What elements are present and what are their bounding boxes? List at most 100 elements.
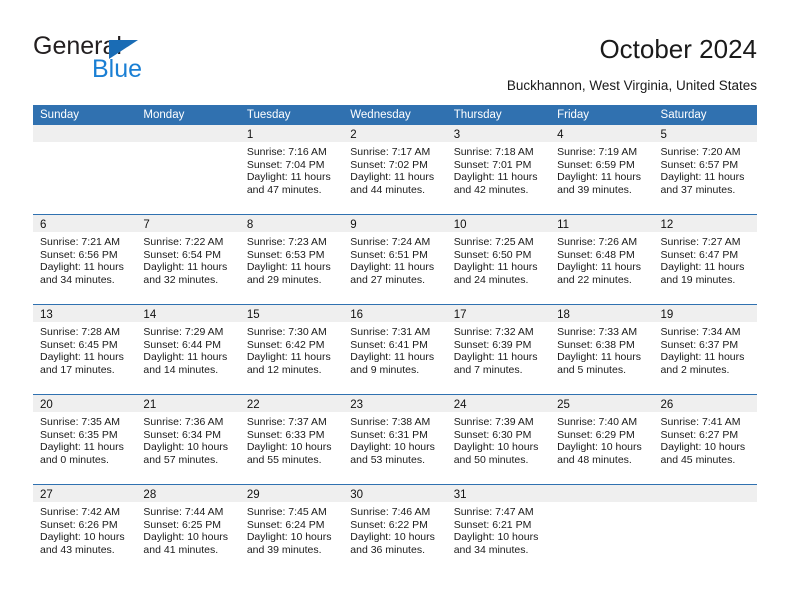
calendar-day-cell[interactable]: 8 Sunrise: 7:23 AM Sunset: 6:53 PM Daylight… — [239, 215, 344, 304]
daylight-text-line2: and 29 minutes. — [246, 273, 322, 286]
calendar-day-cell[interactable]: 27 Sunrise: 7:42 AM Sunset: 6:26 PM Dayligh… — [33, 485, 137, 574]
day-details: Sunrise: 7:40 AM Sunset: 6:29 PM Daylight:… — [550, 412, 653, 466]
day-details: Sunrise: 7:39 AM Sunset: 6:30 PM Daylight:… — [447, 412, 550, 466]
sunset-text: Sunset: 6:51 PM — [350, 248, 428, 261]
day-number: 24 — [453, 399, 467, 411]
sunset-text: Sunset: 6:45 PM — [40, 338, 118, 351]
sunrise-text: Sunrise: 7:32 AM — [453, 326, 534, 338]
calendar-day-cell[interactable]: 10 Sunrise: 7:25 AM Sunset: 6:50 PM Dayligh… — [446, 215, 551, 304]
calendar-week-row: 27 Sunrise: 7:42 AM Sunset: 6:26 PM Dayligh… — [33, 484, 757, 574]
day-number: 5 — [660, 129, 667, 141]
calendar-day-cell[interactable]: 7 Sunrise: 7:22 AM Sunset: 6:54 PM Daylight… — [136, 215, 240, 304]
sunset-text: Sunset: 6:56 PM — [40, 248, 118, 261]
daylight-text-line1: Daylight: 11 hours — [660, 261, 745, 274]
calendar-day-cell[interactable]: 9 Sunrise: 7:24 AM Sunset: 6:51 PM Daylight… — [343, 215, 447, 304]
day-number-band: 24 — [446, 395, 551, 412]
daylight-text-line2: and 34 minutes. — [40, 273, 115, 286]
day-number: 28 — [143, 489, 157, 501]
sunrise-text: Sunrise: 7:37 AM — [246, 416, 327, 428]
calendar-day-cell[interactable]: 30 Sunrise: 7:46 AM Sunset: 6:22 PM Dayligh… — [343, 485, 447, 574]
sunset-text: Sunset: 6:21 PM — [453, 518, 532, 531]
daylight-text-line2: and 9 minutes. — [350, 363, 420, 376]
sunrise-text: Sunrise: 7:20 AM — [660, 146, 741, 158]
daylight-text-line1: Daylight: 11 hours — [40, 261, 124, 274]
day-details: Sunrise: 7:38 AM Sunset: 6:31 PM Daylight:… — [343, 412, 446, 466]
daylight-text-line2: and 43 minutes. — [40, 543, 115, 556]
day-number: 25 — [557, 399, 570, 411]
calendar-day-cell[interactable]: 24 Sunrise: 7:39 AM Sunset: 6:30 PM Dayligh… — [446, 395, 551, 484]
calendar-day-cell[interactable]: 11 Sunrise: 7:26 AM Sunset: 6:48 PM Dayligh… — [550, 215, 654, 304]
day-number-band: 15 — [239, 305, 344, 322]
day-number: 4 — [557, 129, 564, 141]
calendar-day-cell[interactable]: 26 Sunrise: 7:41 AM Sunset: 6:27 PM Dayligh… — [653, 395, 757, 484]
calendar-day-cell[interactable]: 28 Sunrise: 7:44 AM Sunset: 6:25 PM Dayligh… — [136, 485, 240, 574]
day-details: Sunrise: 7:26 AM Sunset: 6:48 PM Daylight:… — [550, 232, 653, 286]
day-number-band: 21 — [136, 395, 240, 412]
sunrise-text: Sunrise: 7:47 AM — [453, 506, 534, 518]
day-details: Sunrise: 7:46 AM Sunset: 6:22 PM Daylight:… — [343, 502, 446, 556]
day-number: 19 — [660, 309, 674, 321]
day-details: Sunrise: 7:41 AM Sunset: 6:27 PM Daylight:… — [654, 412, 757, 466]
daylight-text-line2: and 55 minutes. — [246, 453, 322, 466]
calendar-day-cell[interactable]: 15 Sunrise: 7:30 AM Sunset: 6:42 PM Dayligh… — [239, 305, 344, 394]
day-number-band: 20 — [33, 395, 137, 412]
calendar-day-cell[interactable]: 31 Sunrise: 7:47 AM Sunset: 6:21 PM Dayligh… — [446, 485, 551, 574]
calendar-day-cell[interactable]: 25 Sunrise: 7:40 AM Sunset: 6:29 PM Dayligh… — [550, 395, 654, 484]
calendar-day-cell[interactable]: 29 Sunrise: 7:45 AM Sunset: 6:24 PM Dayligh… — [239, 485, 344, 574]
sunset-text: Sunset: 6:53 PM — [246, 248, 325, 261]
calendar-day-cell[interactable]: 22 Sunrise: 7:37 AM Sunset: 6:33 PM Dayligh… — [239, 395, 344, 484]
calendar-day-cell[interactable]: 6 Sunrise: 7:21 AM Sunset: 6:56 PM Daylight… — [33, 215, 137, 304]
sunset-text: Sunset: 6:54 PM — [143, 248, 222, 261]
day-number: 29 — [246, 489, 260, 501]
daylight-text-line1: Daylight: 10 hours — [453, 441, 539, 454]
day-number-band: 12 — [653, 215, 757, 232]
day-number: 16 — [350, 309, 364, 321]
calendar-weeks: 1 Sunrise: 7:16 AM Sunset: 7:04 PM Daylight… — [33, 125, 757, 574]
calendar-day-cell[interactable]: 5 Sunrise: 7:20 AM Sunset: 6:57 PM Daylight… — [653, 125, 757, 214]
calendar-day-cell[interactable]: 14 Sunrise: 7:29 AM Sunset: 6:44 PM Dayligh… — [136, 305, 240, 394]
day-number-band: 7 — [136, 215, 240, 232]
calendar-day-cell[interactable]: 2 Sunrise: 7:17 AM Sunset: 7:02 PM Daylight… — [343, 125, 447, 214]
day-details: Sunrise: 7:45 AM Sunset: 6:24 PM Daylight:… — [240, 502, 343, 556]
sunset-text: Sunset: 6:50 PM — [453, 248, 532, 261]
sunrise-text: Sunrise: 7:35 AM — [40, 416, 120, 428]
day-number-band: 25 — [550, 395, 654, 412]
weekday-header-friday: Friday — [557, 109, 590, 121]
calendar-day-cell[interactable]: 21 Sunrise: 7:36 AM Sunset: 6:34 PM Dayligh… — [136, 395, 240, 484]
day-details: Sunrise: 7:30 AM Sunset: 6:42 PM Daylight:… — [240, 322, 343, 376]
calendar-day-cell[interactable]: 13 Sunrise: 7:28 AM Sunset: 6:45 PM Dayligh… — [33, 305, 137, 394]
day-number-band — [550, 485, 654, 502]
calendar-day-cell[interactable]: 19 Sunrise: 7:34 AM Sunset: 6:37 PM Dayligh… — [653, 305, 757, 394]
day-number: 6 — [40, 219, 47, 231]
sunset-text: Sunset: 6:39 PM — [453, 338, 532, 351]
daylight-text-line2: and 17 minutes. — [40, 363, 115, 376]
daylight-text-line2: and 0 minutes. — [40, 453, 109, 466]
daylight-text-line1: Daylight: 11 hours — [557, 261, 641, 274]
daylight-text-line1: Daylight: 10 hours — [557, 441, 642, 454]
weekday-header-thursday: Thursday — [453, 109, 502, 121]
day-number-band: 9 — [343, 215, 447, 232]
calendar-cell-empty — [33, 125, 137, 214]
daylight-text-line2: and 2 minutes. — [660, 363, 730, 376]
calendar-day-cell[interactable]: 12 Sunrise: 7:27 AM Sunset: 6:47 PM Dayligh… — [653, 215, 757, 304]
daylight-text-line1: Daylight: 11 hours — [453, 261, 538, 274]
sunrise-text: Sunrise: 7:30 AM — [246, 326, 327, 338]
calendar-day-cell[interactable]: 4 Sunrise: 7:19 AM Sunset: 6:59 PM Daylight… — [550, 125, 654, 214]
daylight-text-line2: and 57 minutes. — [143, 453, 219, 466]
daylight-text-line1: Daylight: 11 hours — [660, 351, 745, 364]
calendar-day-cell[interactable]: 23 Sunrise: 7:38 AM Sunset: 6:31 PM Dayligh… — [343, 395, 447, 484]
calendar-day-cell[interactable]: 18 Sunrise: 7:33 AM Sunset: 6:38 PM Dayligh… — [550, 305, 654, 394]
calendar-cell-empty — [136, 125, 240, 214]
day-details: Sunrise: 7:47 AM Sunset: 6:21 PM Daylight:… — [447, 502, 550, 556]
calendar-day-cell[interactable]: 17 Sunrise: 7:32 AM Sunset: 6:39 PM Dayligh… — [446, 305, 551, 394]
day-number-band: 27 — [33, 485, 137, 502]
weekday-header-sunday: Sunday — [40, 109, 80, 121]
sunrise-text: Sunrise: 7:16 AM — [246, 146, 327, 158]
calendar-day-cell[interactable]: 1 Sunrise: 7:16 AM Sunset: 7:04 PM Daylight… — [239, 125, 344, 214]
day-number-band: 2 — [343, 125, 447, 142]
calendar-day-cell[interactable]: 3 Sunrise: 7:18 AM Sunset: 7:01 PM Daylight… — [446, 125, 551, 214]
daylight-text-line2: and 45 minutes. — [660, 453, 736, 466]
calendar-day-cell[interactable]: 20 Sunrise: 7:35 AM Sunset: 6:35 PM Dayligh… — [33, 395, 137, 484]
sunrise-text: Sunrise: 7:44 AM — [143, 506, 224, 518]
calendar-day-cell[interactable]: 16 Sunrise: 7:31 AM Sunset: 6:41 PM Dayligh… — [343, 305, 447, 394]
